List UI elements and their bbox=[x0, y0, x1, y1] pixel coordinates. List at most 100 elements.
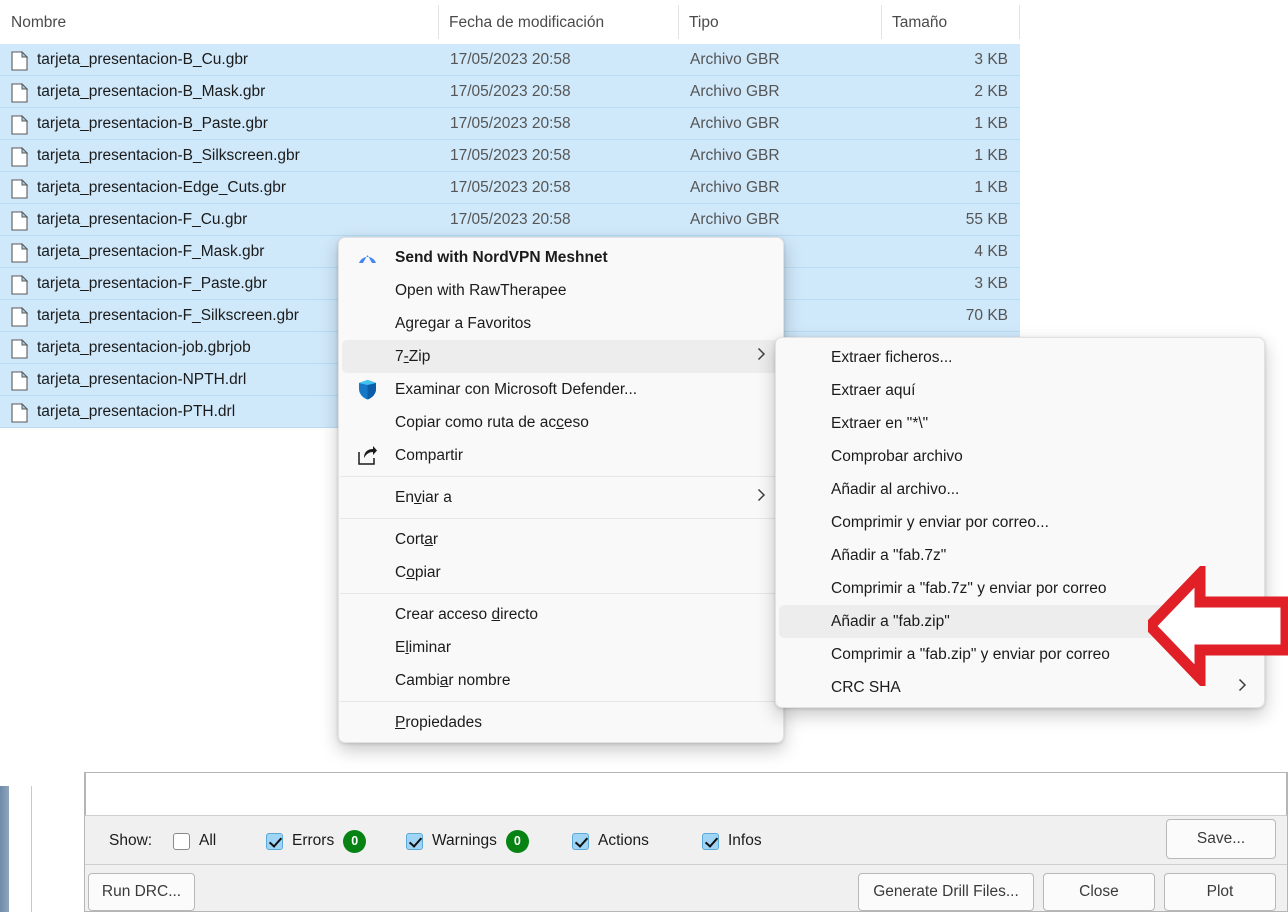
seven-zip-item-comprimir-y-enviar-por-correo[interactable]: Comprimir y enviar por correo... bbox=[779, 506, 1261, 539]
column-header-size[interactable]: Tamaño bbox=[881, 10, 1019, 36]
menu-item-label: Copiar como ruta de acceso bbox=[395, 414, 589, 431]
checkbox-all[interactable] bbox=[173, 832, 190, 850]
file-name: tarjeta_presentacion-job.gbrjob bbox=[37, 339, 251, 356]
menu-item-label: Comprimir a "fab.7z" y enviar por correo bbox=[831, 580, 1107, 597]
file-name: tarjeta_presentacion-F_Mask.gbr bbox=[37, 243, 265, 260]
file-icon bbox=[11, 403, 28, 423]
filter-warnings[interactable]: Warnings 0 bbox=[406, 816, 529, 866]
menu-item-label: Crear acceso directo bbox=[395, 606, 539, 623]
menu-item-label: Añadir al archivo... bbox=[831, 481, 960, 498]
menu-item-compartir[interactable]: Compartir bbox=[342, 439, 780, 472]
menu-item-label: Examinar con Microsoft Defender... bbox=[395, 381, 638, 398]
menu-separator bbox=[340, 518, 782, 519]
file-name: tarjeta_presentacion-F_Silkscreen.gbr bbox=[37, 307, 299, 324]
close-button[interactable]: Close bbox=[1043, 873, 1155, 911]
menu-item-agregar-a-favoritos[interactable]: Agregar a Favoritos bbox=[342, 307, 780, 340]
table-row[interactable]: tarjeta_presentacion-B_Silkscreen.gbr 17/… bbox=[0, 140, 1020, 172]
menu-item-cortar[interactable]: Cortar bbox=[342, 523, 780, 556]
warnings-count-badge: 0 bbox=[505, 829, 529, 853]
seven-zip-item-comprimir-a-fab-zip-y-enviar-por-correo[interactable]: Comprimir a "fab.zip" y enviar por corre… bbox=[779, 638, 1261, 671]
file-size: 3 KB bbox=[974, 51, 1008, 68]
seven-zip-item-extraer-ficheros[interactable]: Extraer ficheros... bbox=[779, 341, 1261, 374]
column-header-name[interactable]: Nombre bbox=[0, 10, 438, 36]
column-header-date[interactable]: Fecha de modificación bbox=[438, 10, 678, 36]
file-size: 3 KB bbox=[974, 275, 1008, 292]
file-icon bbox=[11, 243, 28, 263]
seven-zip-item-crc-sha[interactable]: CRC SHA bbox=[779, 671, 1261, 704]
checkbox-errors[interactable] bbox=[266, 832, 283, 850]
file-name: tarjeta_presentacion-B_Silkscreen.gbr bbox=[37, 147, 300, 164]
menu-item-label: 7-Zip bbox=[395, 348, 431, 365]
menu-item-copiar[interactable]: Copiar bbox=[342, 556, 780, 589]
plot-button[interactable]: Plot bbox=[1164, 873, 1276, 911]
menu-item-cambiar-nombre[interactable]: Cambiar nombre bbox=[342, 664, 780, 697]
menu-item-crear-acceso-directo[interactable]: Crear acceso directo bbox=[342, 598, 780, 631]
seven-zip-item-a-adir-al-archivo[interactable]: Añadir al archivo... bbox=[779, 473, 1261, 506]
table-row[interactable]: tarjeta_presentacion-Edge_Cuts.gbr 17/05/… bbox=[0, 172, 1020, 204]
file-icon bbox=[11, 83, 28, 103]
menu-item-examinar-con-microsoft-defender[interactable]: Examinar con Microsoft Defender... bbox=[342, 373, 780, 406]
file-type: Archivo GBR bbox=[690, 179, 780, 196]
filter-actions[interactable]: Actions bbox=[572, 816, 649, 866]
filter-errors-label: Errors bbox=[292, 832, 335, 849]
file-icon bbox=[11, 339, 28, 359]
table-row[interactable]: tarjeta_presentacion-B_Paste.gbr 17/05/20… bbox=[0, 108, 1020, 140]
seven-zip-item-a-adir-a-fab-zip[interactable]: Añadir a "fab.zip" bbox=[779, 605, 1261, 638]
seven-zip-item-extraer-aqu[interactable]: Extraer aquí bbox=[779, 374, 1261, 407]
seven-zip-item-comprimir-a-fab-7z-y-enviar-por-correo[interactable]: Comprimir a "fab.7z" y enviar por correo bbox=[779, 572, 1261, 605]
file-size: 2 KB bbox=[974, 83, 1008, 100]
menu-item-label: Eliminar bbox=[395, 639, 451, 656]
menu-item-label: Extraer en "*\" bbox=[831, 415, 929, 432]
menu-item-eliminar[interactable]: Eliminar bbox=[342, 631, 780, 664]
file-size: 4 KB bbox=[974, 243, 1008, 260]
menu-separator bbox=[340, 476, 782, 477]
column-header-type[interactable]: Tipo bbox=[678, 10, 881, 36]
menu-item-copiar-como-ruta-de-acceso[interactable]: Copiar como ruta de acceso bbox=[342, 406, 780, 439]
window-edge-background bbox=[9, 786, 32, 912]
menu-item-label: Copiar bbox=[395, 564, 441, 581]
checkbox-actions[interactable] bbox=[572, 832, 589, 850]
file-name: tarjeta_presentacion-F_Cu.gbr bbox=[37, 211, 248, 228]
menu-item-label: Cortar bbox=[395, 531, 439, 548]
chevron-right-icon bbox=[757, 481, 766, 514]
menu-item-7-zip[interactable]: 7-Zip bbox=[342, 340, 780, 373]
file-type: Archivo GBR bbox=[690, 115, 780, 132]
menu-item-propiedades[interactable]: Propiedades bbox=[342, 706, 780, 739]
file-icon bbox=[11, 115, 28, 135]
column-header-row: Nombre Fecha de modificación Tipo Tamaño bbox=[0, 0, 1020, 44]
menu-item-open-with-rawtherapee[interactable]: Open with RawTherapee bbox=[342, 274, 780, 307]
menu-item-send-with-nordvpn-meshnet[interactable]: Send with NordVPN Meshnet bbox=[342, 241, 780, 274]
seven-zip-item-extraer-en[interactable]: Extraer en "*\" bbox=[779, 407, 1261, 440]
seven-zip-item-comprobar-archivo[interactable]: Comprobar archivo bbox=[779, 440, 1261, 473]
file-name: tarjeta_presentacion-B_Paste.gbr bbox=[37, 115, 268, 132]
table-row[interactable]: tarjeta_presentacion-F_Cu.gbr 17/05/2023 … bbox=[0, 204, 1020, 236]
menu-item-label: Añadir a "fab.7z" bbox=[831, 547, 947, 564]
seven-zip-submenu: Extraer ficheros... Extraer aquí Extraer e… bbox=[775, 337, 1265, 708]
menu-item-label: Compartir bbox=[395, 447, 464, 464]
filter-errors[interactable]: Errors 0 bbox=[266, 816, 367, 866]
generate-drill-files-button[interactable]: Generate Drill Files... bbox=[858, 873, 1034, 911]
column-divider[interactable] bbox=[1019, 5, 1020, 39]
filter-actions-label: Actions bbox=[598, 832, 649, 849]
save-button[interactable]: Save... bbox=[1166, 819, 1276, 859]
file-date: 17/05/2023 20:58 bbox=[450, 83, 571, 100]
file-date: 17/05/2023 20:58 bbox=[450, 51, 571, 68]
file-date: 17/05/2023 20:58 bbox=[450, 147, 571, 164]
checkbox-warnings[interactable] bbox=[406, 832, 423, 850]
table-row[interactable]: tarjeta_presentacion-B_Mask.gbr 17/05/202… bbox=[0, 76, 1020, 108]
menu-item-label: Comprimir y enviar por correo... bbox=[831, 514, 1049, 531]
table-row[interactable]: tarjeta_presentacion-B_Cu.gbr 17/05/2023 … bbox=[0, 44, 1020, 76]
file-date: 17/05/2023 20:58 bbox=[450, 115, 571, 132]
menu-separator bbox=[340, 701, 782, 702]
menu-item-enviar-a[interactable]: Enviar a bbox=[342, 481, 780, 514]
filter-infos[interactable]: Infos bbox=[702, 816, 762, 866]
run-drc-button[interactable]: Run DRC... bbox=[88, 873, 195, 911]
context-menu: Send with NordVPN Meshnet Open with RawTh… bbox=[338, 237, 784, 743]
checkbox-infos[interactable] bbox=[702, 832, 719, 850]
drc-show-filter-bar: Show: All Errors 0 Warnings 0 Actions In… bbox=[85, 815, 1287, 865]
file-type: Archivo GBR bbox=[690, 211, 780, 228]
filter-all[interactable]: All bbox=[173, 816, 216, 866]
seven-zip-item-a-adir-a-fab-7z[interactable]: Añadir a "fab.7z" bbox=[779, 539, 1261, 572]
file-type: Archivo GBR bbox=[690, 147, 780, 164]
file-icon bbox=[11, 147, 28, 167]
